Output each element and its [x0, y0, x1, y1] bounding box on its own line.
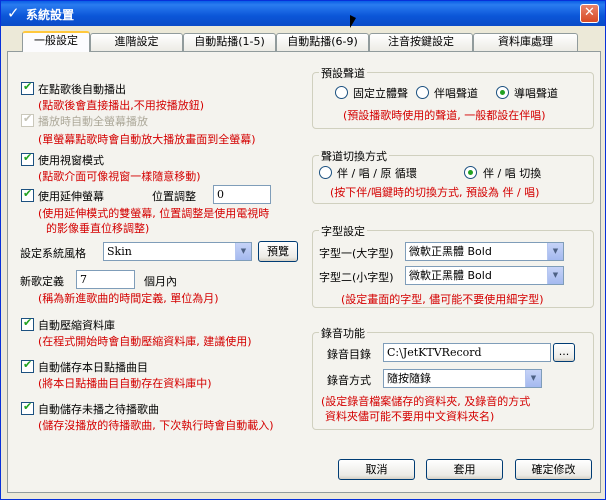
compress-db-label: 自動壓縮資料庫: [38, 319, 115, 332]
close-icon: ✕: [584, 5, 595, 20]
font1-select[interactable]: 微軟正黑體 Bold ▼: [405, 242, 564, 261]
skin-select[interactable]: Skin ▼: [103, 242, 252, 261]
check-icon: ✔: [23, 316, 33, 329]
check-icon: ✔: [23, 80, 33, 93]
radio-stereo-label: 固定立體聲: [353, 87, 408, 100]
font1-label: 字型一(大字型): [319, 247, 394, 260]
new-song-label: 新歌定義: [20, 275, 64, 288]
save-today-label: 自動儲存本日點播曲目: [38, 361, 148, 374]
title-bar[interactable]: ✓ 系統設置 ✕: [1, 1, 605, 26]
record-dir-input[interactable]: C:\JetKTVRecord: [383, 343, 551, 362]
position-adjust-label: 位置調整: [152, 190, 196, 203]
tab-bar: 一般設定 進階設定 自動點播(1-5) 自動點播(6-9) 注音按鍵設定 資料庫…: [7, 31, 601, 52]
extend-screen-hint-2: 的影像垂直位移調整): [46, 222, 150, 235]
save-today-checkbox[interactable]: ✔: [21, 358, 34, 373]
position-adjust-input[interactable]: 0: [213, 185, 271, 204]
radio-toggle-mode-label: 伴 / 唱 切換: [483, 167, 542, 180]
preset-channel-group: 預設聲道 固定立體聲 伴唱聲道 導唱聲道 (預設播歌時使用的聲道, 一般都設在伴…: [312, 65, 594, 129]
window-title: 系統設置: [26, 8, 75, 22]
font-settings-title: 字型設定: [319, 223, 367, 239]
compress-db-checkbox[interactable]: ✔: [21, 316, 34, 331]
tab-auto-play-6-9[interactable]: 自動點播(6-9): [276, 33, 369, 51]
radio-cycle-mode-label: 伴 / 唱 / 原 循環: [337, 167, 417, 180]
tab-zhuyin-keys[interactable]: 注音按鍵設定: [369, 33, 473, 51]
recording-hint-2: 資料夾儘可能不要用中文資料夾名): [325, 410, 495, 423]
close-button[interactable]: ✕: [580, 4, 599, 23]
preview-button[interactable]: 預覽: [258, 241, 298, 262]
check-icon: ✔: [23, 151, 33, 164]
check-icon: ✔: [23, 112, 33, 125]
channel-switch-hint: (按下伴/唱鍵時的切換方式, 預設為 伴 / 唱): [330, 186, 540, 199]
save-today-hint: (將本日點播曲目自動存在資料庫中): [38, 377, 212, 390]
preset-channel-title: 預設聲道: [319, 65, 367, 81]
fullscreen-label: 播放時自動全螢幕播放: [38, 115, 148, 128]
radio-cycle-mode[interactable]: [319, 166, 332, 179]
fullscreen-hint: (單螢幕點歌時會自動放大播放畫面到全螢幕): [38, 133, 256, 146]
check-icon: ✔: [23, 400, 33, 413]
window-mode-checkbox[interactable]: ✔: [21, 151, 34, 166]
skin-label: 設定系統風格: [20, 247, 86, 260]
fullscreen-checkbox: ✔: [21, 112, 34, 127]
channel-switch-group: 聲道切換方式 伴 / 唱 / 原 循環 伴 / 唱 切換 (按下伴/唱鍵時的切換…: [312, 148, 594, 204]
browse-button[interactable]: ...: [553, 343, 575, 362]
tab-general[interactable]: 一般設定: [22, 31, 90, 52]
record-mode-select[interactable]: 隨按隨錄 ▼: [383, 369, 542, 388]
tab-auto-play-1-5[interactable]: 自動點播(1-5): [183, 33, 276, 51]
extend-screen-hint-1: (使用延伸模式的雙螢幕, 位置調整是使用電視時: [38, 207, 270, 220]
radio-stereo[interactable]: [335, 86, 348, 99]
extend-screen-checkbox[interactable]: ✔: [21, 187, 34, 202]
font-settings-hint: (設定畫面的字型, 儘可能不要使用細字型): [341, 293, 544, 306]
apply-button[interactable]: 套用: [426, 459, 503, 480]
chevron-down-icon[interactable]: ▼: [547, 243, 563, 260]
radio-guide-vocal-label: 導唱聲道: [514, 87, 558, 100]
save-unplayed-label: 自動儲存未播之待播歌曲: [38, 403, 159, 416]
check-icon: ✔: [23, 187, 33, 200]
save-unplayed-hint: (儲存沒播放的待播歌曲, 下次執行時會自動載入): [38, 419, 274, 432]
preset-channel-hint: (預設播歌時使用的聲道, 一般都設在伴唱): [343, 109, 546, 122]
window-mode-label: 使用視窗模式: [38, 154, 104, 167]
recording-title: 錄音功能: [319, 325, 367, 341]
chevron-down-icon[interactable]: ▼: [235, 243, 251, 260]
radio-accompany[interactable]: [416, 86, 429, 99]
record-mode-label: 錄音方式: [327, 374, 371, 387]
cancel-button[interactable]: 取消: [338, 459, 415, 480]
font2-select[interactable]: 微軟正黑體 Bold ▼: [405, 266, 564, 285]
window-mode-hint: (點歌介面可像視窗一樣隨意移動): [38, 170, 201, 183]
general-settings-panel: ✔ 在點歌後自動播出 (點歌後會直接播出,不用按播放鈕) ✔ 播放時自動全螢幕播…: [7, 51, 601, 493]
recording-group: 錄音功能 錄音目錄 C:\JetKTVRecord ... 錄音方式 隨按隨錄 …: [312, 325, 594, 430]
auto-play-label: 在點歌後自動播出: [38, 83, 126, 96]
checkmark-icon: ✓: [7, 4, 20, 22]
new-song-unit: 個月內: [144, 275, 177, 288]
tab-database[interactable]: 資料庫處理: [473, 33, 578, 51]
font-settings-group: 字型設定 字型一(大字型) 微軟正黑體 Bold ▼ 字型二(小字型) 微軟正黑…: [312, 223, 594, 308]
radio-toggle-mode[interactable]: [464, 166, 477, 179]
save-unplayed-checkbox[interactable]: ✔: [21, 400, 34, 415]
skin-select-value: Skin: [107, 245, 132, 258]
chevron-down-icon[interactable]: ▼: [525, 370, 541, 387]
extend-screen-label: 使用延伸螢幕: [38, 190, 104, 203]
radio-accompany-label: 伴唱聲道: [434, 87, 478, 100]
tab-advanced[interactable]: 進階設定: [90, 33, 183, 51]
mouse-cursor: [350, 15, 356, 28]
compress-db-hint: (在程式開始時會自動壓縮資料庫, 建議使用): [38, 335, 252, 348]
recording-hint-1: (設定錄音檔案儲存的資料夾, 及錄音的方式: [321, 395, 531, 408]
font1-select-value: 微軟正黑體 Bold: [409, 245, 492, 258]
auto-play-checkbox[interactable]: ✔: [21, 80, 34, 95]
record-mode-select-value: 隨按隨錄: [387, 372, 431, 385]
channel-switch-title: 聲道切換方式: [319, 148, 389, 164]
confirm-button[interactable]: 確定修改: [515, 459, 592, 480]
settings-dialog: ✓ 系統設置 ✕ 一般設定 進階設定 自動點播(1-5) 自動點播(6-9) 注…: [0, 0, 606, 500]
new-song-months-input[interactable]: 7: [76, 270, 135, 289]
auto-play-hint: (點歌後會直接播出,不用按播放鈕): [38, 99, 205, 112]
check-icon: ✔: [23, 358, 33, 371]
new-song-hint: (稱為新進歌曲的時間定義, 單位為月): [38, 292, 219, 305]
font2-label: 字型二(小字型): [319, 271, 394, 284]
record-dir-label: 錄音目錄: [327, 348, 371, 361]
radio-guide-vocal[interactable]: [496, 86, 509, 99]
font2-select-value: 微軟正黑體 Bold: [409, 269, 492, 282]
chevron-down-icon[interactable]: ▼: [547, 267, 563, 284]
